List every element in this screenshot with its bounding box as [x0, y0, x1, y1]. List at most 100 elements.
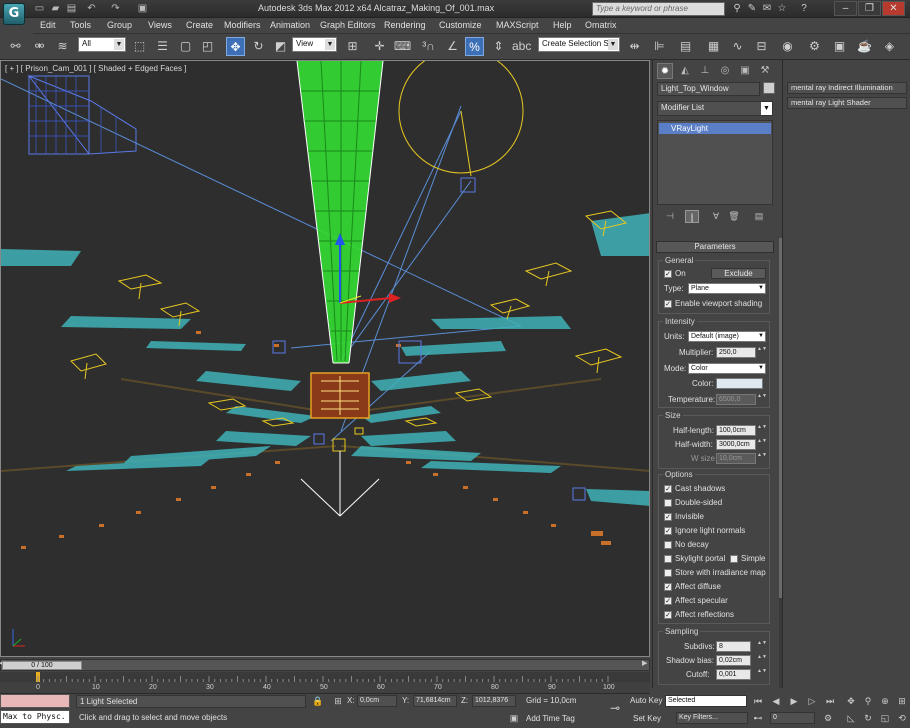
menu-customize[interactable]: Customize: [439, 20, 482, 30]
spinner-arrows-icon[interactable]: ▲▼: [757, 453, 767, 464]
zoom-all-icon[interactable]: ⊞: [896, 695, 908, 707]
menu-modifiers[interactable]: Modifiers: [224, 20, 261, 30]
store-irradiance-checkbox[interactable]: [664, 569, 672, 577]
link-icon[interactable]: ⚯: [6, 37, 25, 56]
maximize-viewport-icon[interactable]: ◱: [879, 712, 891, 724]
render-iterative-icon[interactable]: ◈: [880, 37, 899, 56]
menu-maxscript[interactable]: MAXScript: [496, 20, 539, 30]
pin-stack-icon[interactable]: ⊣: [663, 210, 677, 223]
zoom-icon[interactable]: ⊕: [879, 695, 891, 707]
menu-graph-editors[interactable]: Graph Editors: [320, 20, 376, 30]
angle-snap-icon[interactable]: ∠: [443, 37, 462, 56]
lock-selection-icon[interactable]: 🔒: [312, 695, 324, 707]
temperature-spinner[interactable]: 6500,0: [716, 394, 756, 405]
on-checkbox[interactable]: ✓: [664, 270, 672, 278]
spinner-arrows-icon[interactable]: ▲▼: [757, 347, 767, 358]
keyboard-shortcut-override-icon[interactable]: ⌨: [393, 37, 412, 56]
close-button[interactable]: ✕: [882, 1, 905, 16]
skylight-portal-checkbox[interactable]: [664, 555, 672, 563]
select-by-name-icon[interactable]: ☰: [153, 37, 172, 56]
time-slider-thumb[interactable]: 0 / 100: [2, 661, 82, 670]
hierarchy-tab-icon[interactable]: ⊥: [697, 63, 713, 79]
bind-space-warp-icon[interactable]: ≋: [53, 37, 72, 56]
schematic-view-icon[interactable]: ⊟: [752, 37, 771, 56]
viewport[interactable]: [ + ] [ Prison_Cam_001 ] [ Shaded + Edge…: [0, 60, 650, 657]
material-editor-icon[interactable]: ◉: [778, 37, 797, 56]
current-frame-field[interactable]: 0: [770, 712, 815, 724]
named-selection-select[interactable]: Create Selection Se ▼: [538, 37, 620, 52]
w-size-spinner[interactable]: 10,0cm: [716, 453, 756, 464]
make-unique-icon[interactable]: ∀: [709, 210, 723, 223]
viewport-shading-checkbox[interactable]: ✓: [664, 300, 672, 308]
stack-item-vraylight[interactable]: VRayLight: [659, 123, 771, 134]
select-manipulate-icon[interactable]: ✛: [370, 37, 389, 56]
window-crossing-icon[interactable]: ◰: [198, 37, 217, 56]
simple-checkbox[interactable]: [730, 555, 738, 563]
pivot-center-icon[interactable]: ⊞: [343, 37, 362, 56]
object-name-input[interactable]: Light_Top_Window: [657, 82, 760, 96]
edit-named-selection-icon[interactable]: abc: [512, 37, 531, 56]
time-tag-icon[interactable]: ▣: [508, 712, 520, 724]
type-select[interactable]: Plane ▼: [688, 283, 766, 294]
configure-modifier-sets-icon[interactable]: ▤: [752, 210, 766, 223]
rendered-frame-window-icon[interactable]: ▣: [830, 37, 849, 56]
track-bar[interactable]: 0 10 20 30 40 50 60 70 80 90 100: [0, 672, 650, 694]
pan-view-icon[interactable]: ✥: [845, 695, 857, 707]
mental-ray-light-shader-rollout[interactable]: mental ray Light Shader: [787, 97, 907, 109]
menu-create[interactable]: Create: [186, 20, 213, 30]
communication-center-icon[interactable]: ✉: [760, 2, 774, 16]
display-tab-icon[interactable]: ▣: [737, 63, 753, 79]
menu-tools[interactable]: Tools: [70, 20, 91, 30]
show-end-result-icon[interactable]: |: [685, 210, 699, 223]
menu-omatrix[interactable]: Omatrix: [585, 20, 617, 30]
app-logo[interactable]: G: [3, 3, 25, 25]
mental-ray-indirect-illumination-rollout[interactable]: mental ray Indirect Illumination: [787, 82, 907, 94]
modify-tab-icon[interactable]: ◭: [677, 63, 693, 79]
mirror-icon[interactable]: ⇹: [625, 37, 644, 56]
modifier-list-select[interactable]: Modifier List ▼: [657, 101, 773, 116]
menu-help[interactable]: Help: [553, 20, 572, 30]
spinner-arrows-icon[interactable]: ▲▼: [757, 439, 767, 450]
auto-key-label[interactable]: Auto Key: [630, 696, 662, 705]
affect-specular-checkbox[interactable]: ✓: [664, 597, 672, 605]
mode-select[interactable]: Color ▼: [688, 363, 766, 374]
spinner-snap-icon[interactable]: ⇕: [489, 37, 508, 56]
render-setup-icon[interactable]: ⚙: [805, 37, 824, 56]
key-mode-toggle-icon[interactable]: ⊷: [752, 712, 764, 724]
orbit-icon[interactable]: ↻: [862, 712, 874, 724]
percent-snap-icon[interactable]: %: [465, 37, 484, 56]
curve-editor-icon[interactable]: ∿: [728, 37, 747, 56]
roll-icon[interactable]: ⟲: [896, 712, 908, 724]
next-frame-button-icon[interactable]: ▷: [806, 695, 818, 707]
parameters-rollout-header[interactable]: Parameters: [656, 241, 774, 253]
unlink-icon[interactable]: ⚮: [30, 37, 49, 56]
key-icon[interactable]: ⊸: [605, 702, 625, 714]
spinner-arrows-icon[interactable]: ▲▼: [757, 641, 767, 652]
select-and-scale-icon[interactable]: ◩: [271, 37, 290, 56]
field-of-view-icon[interactable]: ◺: [845, 712, 857, 724]
double-sided-checkbox[interactable]: [664, 499, 672, 507]
absolute-mode-icon[interactable]: ⊞: [332, 695, 344, 707]
cast-shadows-checkbox[interactable]: ✓: [664, 485, 672, 493]
affect-diffuse-checkbox[interactable]: ✓: [664, 583, 672, 591]
utilities-tab-icon[interactable]: ⚒: [757, 63, 773, 79]
redo-icon[interactable]: ↷: [108, 2, 123, 15]
remove-modifier-icon[interactable]: 🗑: [727, 210, 741, 223]
spinner-arrows-icon[interactable]: ▲▼: [757, 425, 767, 436]
maxscript-listener-pink[interactable]: [0, 694, 70, 708]
invisible-checkbox[interactable]: ✓: [664, 513, 672, 521]
create-tab-icon[interactable]: ✹: [657, 63, 673, 79]
go-to-end-icon[interactable]: ⏭: [824, 695, 836, 707]
go-to-start-icon[interactable]: ⏮: [752, 695, 764, 707]
half-width-spinner[interactable]: 3000,0cm: [716, 439, 756, 450]
maxscript-mini-listener[interactable]: Max to Physc.: [0, 710, 70, 724]
reference-coordinate-select[interactable]: View ▼: [292, 37, 337, 52]
selection-filter-select[interactable]: All ▼: [78, 37, 126, 52]
add-time-tag[interactable]: Add Time Tag: [526, 714, 575, 723]
menu-views[interactable]: Views: [148, 20, 172, 30]
minimize-button[interactable]: –: [834, 1, 857, 16]
exclude-button[interactable]: Exclude: [711, 268, 766, 279]
half-length-spinner[interactable]: 100,0cm: [716, 425, 756, 436]
spinner-arrows-icon[interactable]: ▲▼: [757, 655, 767, 666]
multiplier-spinner[interactable]: 250,0: [716, 347, 756, 358]
